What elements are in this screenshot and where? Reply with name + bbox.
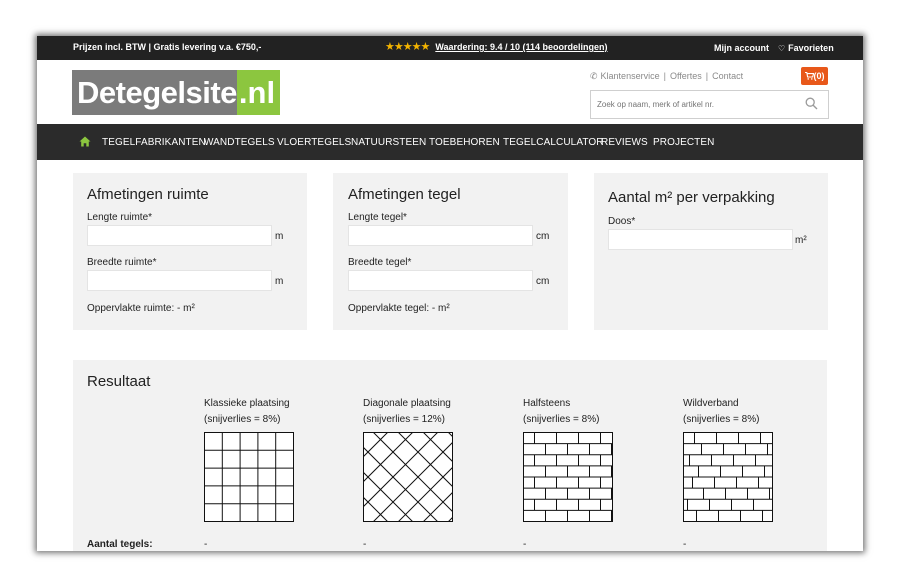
- room-width-unit: m: [275, 276, 284, 287]
- room-length-input[interactable]: [87, 225, 272, 246]
- browser-page: Prijzen incl. BTW | Gratis levering v.a.…: [37, 36, 863, 551]
- tiles-count-classic: -: [204, 539, 208, 550]
- room-length-unit: m: [275, 231, 284, 242]
- nav-item-reviews[interactable]: REVIEWS: [601, 137, 648, 148]
- search-icon[interactable]: [805, 97, 818, 110]
- tile-length-label: Lengte tegel*: [348, 212, 407, 223]
- box-label: Doos*: [608, 216, 636, 227]
- package-panel: Aantal m² per verpakking Doos* m²: [594, 173, 828, 330]
- room-width-input[interactable]: [87, 270, 272, 291]
- nav-item-tegelcalculator[interactable]: TEGELCALCULATOR: [503, 137, 604, 148]
- pattern-waste: (snijverlies = 8%): [204, 414, 281, 425]
- pattern-name: Wildverband: [683, 398, 739, 409]
- nav-item-projecten[interactable]: PROJECTEN: [653, 137, 714, 148]
- customer-service-link[interactable]: Klantenservice: [601, 71, 660, 81]
- nav-item-vloertegels[interactable]: VLOERTEGELS: [277, 137, 351, 148]
- tile-width-label: Breedte tegel*: [348, 257, 412, 268]
- logo-ext-text: .nl: [236, 70, 281, 115]
- tile-width-unit: cm: [536, 276, 550, 287]
- nav-item-natuursteen[interactable]: NATUURSTEEN: [351, 137, 426, 148]
- cart-count: (0): [813, 71, 825, 81]
- pattern-wildverband: Wildverband (snijverlies = 8%): [683, 396, 823, 522]
- rating-stars-icon: ★★★★★: [385, 41, 430, 53]
- box-unit: m²: [795, 235, 807, 246]
- tiles-count-halfsteens: -: [523, 539, 527, 550]
- phone-icon: ✆: [590, 71, 598, 81]
- pattern-diagonal: Diagonale plaatsing (snijverlies = 12%): [363, 396, 503, 522]
- logo-main-text: Detegelsite: [72, 70, 237, 115]
- separator: |: [663, 71, 666, 81]
- result-panel: Resultaat Klassieke plaatsing (snijverli…: [73, 360, 827, 551]
- nav-item-tegelfabrikanten[interactable]: TEGELFABRIKANTEN: [102, 137, 206, 148]
- nav-item-toebehoren[interactable]: TOEBEHOREN: [429, 137, 500, 148]
- tiles-count-wildverband: -: [683, 539, 687, 550]
- halfsteens-brick-icon: [523, 432, 613, 522]
- pattern-name: Klassieke plaatsing: [204, 398, 290, 409]
- tile-length-unit: cm: [536, 231, 550, 242]
- tile-dimensions-title: Afmetingen tegel: [348, 186, 461, 203]
- contact-link[interactable]: Contact: [712, 71, 743, 81]
- site-logo[interactable]: Detegelsite .nl: [72, 70, 281, 115]
- result-title: Resultaat: [87, 373, 151, 390]
- pattern-waste: (snijverlies = 8%): [683, 414, 760, 425]
- favorites-label: Favorieten: [788, 43, 834, 53]
- shipping-info: Prijzen incl. BTW | Gratis levering v.a.…: [73, 42, 262, 52]
- main-navigation: TEGELFABRIKANTEN WANDTEGELS VLOERTEGELS …: [37, 124, 863, 160]
- tiles-count-label: Aantal tegels:: [87, 539, 153, 550]
- pattern-halfsteens: Halfsteens (snijverlies = 8%): [523, 396, 663, 522]
- cart-icon: [804, 71, 814, 80]
- home-icon[interactable]: [79, 136, 91, 147]
- pattern-name: Diagonale plaatsing: [363, 398, 451, 409]
- room-length-label: Lengte ruimte*: [87, 212, 153, 223]
- search-box: [590, 90, 829, 119]
- separator: |: [705, 71, 709, 81]
- room-dimensions-title: Afmetingen ruimte: [87, 186, 209, 203]
- tile-area-result: Oppervlakte tegel: - m²: [348, 303, 450, 314]
- box-input[interactable]: [608, 229, 793, 250]
- room-dimensions-panel: Afmetingen ruimte Lengte ruimte* m Breed…: [73, 173, 307, 330]
- wildverband-brick-icon: [683, 432, 773, 522]
- tile-width-input[interactable]: [348, 270, 533, 291]
- room-area-result: Oppervlakte ruimte: - m²: [87, 303, 195, 314]
- tile-length-input[interactable]: [348, 225, 533, 246]
- room-width-label: Breedte ruimte*: [87, 257, 157, 268]
- tile-dimensions-panel: Afmetingen tegel Lengte tegel* cm Breedt…: [333, 173, 568, 330]
- pattern-classic: Klassieke plaatsing (snijverlies = 8%): [204, 396, 344, 522]
- heart-icon: ♡: [778, 44, 786, 53]
- quotes-link[interactable]: Offertes: [670, 71, 702, 81]
- rating-link[interactable]: Waardering: 9.4 / 10 (114 beoordelingen): [435, 42, 607, 52]
- pattern-waste: (snijverlies = 12%): [363, 414, 445, 425]
- tiles-count-diagonal: -: [363, 539, 367, 550]
- top-bar: Prijzen incl. BTW | Gratis levering v.a.…: [37, 36, 863, 60]
- pattern-name: Halfsteens: [523, 398, 571, 409]
- my-account-link[interactable]: Mijn account: [714, 43, 769, 53]
- search-input[interactable]: [597, 97, 797, 111]
- cart-button[interactable]: (0): [801, 67, 828, 85]
- service-links: ✆ Klantenservice | Offertes | Contact: [590, 71, 743, 82]
- diagonal-grid-icon: [363, 432, 453, 522]
- nav-item-wandtegels[interactable]: WANDTEGELS: [204, 137, 275, 148]
- favorites-link[interactable]: ♡ Favorieten: [778, 43, 834, 53]
- rating: ★★★★★ Waardering: 9.4 / 10 (114 beoordel…: [385, 41, 608, 53]
- package-title: Aantal m² per verpakking: [608, 189, 775, 206]
- pattern-waste: (snijverlies = 8%): [523, 414, 600, 425]
- classic-grid-icon: [204, 432, 294, 522]
